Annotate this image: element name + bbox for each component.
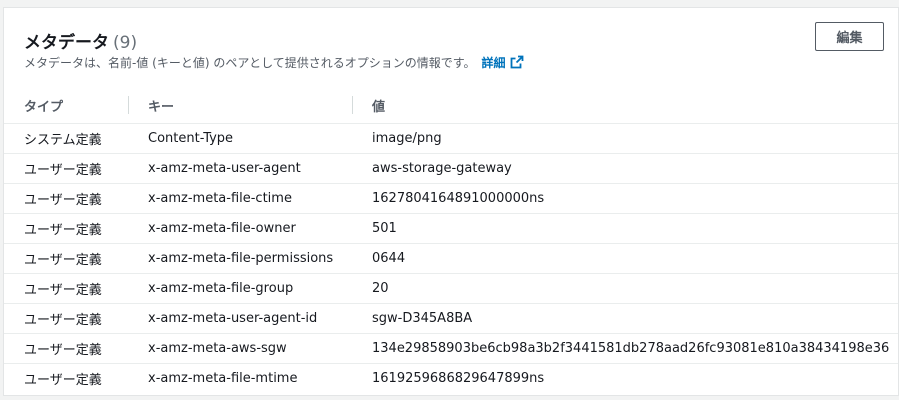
table-row: ユーザー定義 x-amz-meta-aws-sgw 134e29858903be… [4,333,898,364]
cell-type: ユーザー定義 [4,183,128,214]
cell-value: 501 [352,213,898,244]
section-description: メタデータは、名前-値 (キーと値) のペアとして提供されるオプションの情報です… [24,54,524,71]
cell-key: x-amz-meta-file-owner [128,213,352,244]
column-header-key-label: キー [148,99,175,115]
cell-key: x-amz-meta-user-agent [128,153,352,184]
metadata-table: タイプ キー 値 システム定義 Content-Type image/png ユ… [4,87,898,393]
table-row: ユーザー定義 x-amz-meta-file-ctime 16278041648… [4,183,898,214]
column-header-value-label: 値 [372,99,386,115]
cell-type: ユーザー定義 [24,373,102,388]
table-row: ユーザー定義 x-amz-meta-file-permissions 0644 [4,243,898,274]
cell-key: x-amz-meta-aws-sgw [128,333,352,364]
metadata-panel: メタデータ (9) メタデータは、名前-値 (キーと値) のペアとして提供されるオ… [3,7,899,396]
cell-key: x-amz-meta-file-permissions [128,243,352,274]
table-row: ユーザー定義 x-amz-meta-file-group 20 [4,273,898,304]
column-header-key[interactable]: キー [128,87,352,124]
column-header-type-label: タイプ [24,99,64,115]
table-header-row: タイプ キー 値 [4,87,898,124]
cell-value: sgw-D345A8BA [352,303,898,334]
cell-value: aws-storage-gateway [352,153,898,184]
cell-value: 134e29858903be6cb98a3b2f3441581db278aad2… [352,333,898,364]
metadata-count: (9) [113,33,138,53]
cell-type: ユーザー定義 [4,303,128,334]
cell-value: 1619259686829647899ns [372,371,545,386]
table-row: ユーザー定義 x-amz-meta-user-agent-id sgw-D345… [4,303,898,334]
column-header-type[interactable]: タイプ [4,87,128,124]
table-row: ユーザー定義 x-amz-meta-file-owner 501 [4,213,898,244]
cell-type: ユーザー定義 [4,153,128,184]
cell-type: システム定義 [4,123,128,154]
cell-type: ユーザー定義 [4,273,128,304]
cell-type: ユーザー定義 [4,213,128,244]
cell-value: 1627804164891000000ns [352,183,898,214]
cell-type: ユーザー定義 [4,243,128,274]
cell-value: 0644 [352,243,898,274]
metadata-header: メタデータ (9) メタデータは、名前-値 (キーと値) のペアとして提供されるオ… [24,22,884,82]
cell-key: Content-Type [128,123,352,154]
cell-value: image/png [352,123,898,154]
detail-link[interactable]: 詳細 [481,55,524,70]
table-row: ユーザー定義 x-amz-meta-user-agent aws-storage… [4,153,898,184]
section-title-text: メタデータ [24,33,109,53]
table-row: システム定義 Content-Type image/png [4,123,898,154]
cell-key: x-amz-meta-user-agent-id [128,303,352,334]
cell-key: x-amz-meta-file-mtime [148,371,298,386]
cell-type: ユーザー定義 [4,333,128,364]
column-header-value[interactable]: 値 [352,87,898,124]
description-text: メタデータは、名前-値 (キーと値) のペアとして提供されるオプションの情報です… [24,56,476,70]
cell-key: x-amz-meta-file-group [128,273,352,304]
detail-link-label: 詳細 [481,56,506,70]
table-row: ユーザー定義 x-amz-meta-file-mtime 16192596868… [4,364,898,394]
edit-button[interactable]: 編集 [815,22,884,51]
section-title: メタデータ (9) [24,28,137,53]
external-link-icon [510,55,523,69]
cell-key: x-amz-meta-file-ctime [128,183,352,214]
cell-value: 20 [352,273,898,304]
